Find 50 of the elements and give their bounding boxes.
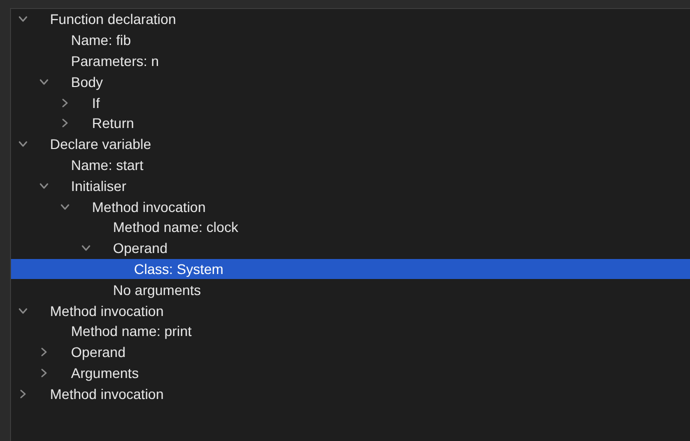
tree-row[interactable]: Name: start	[11, 154, 690, 176]
chevron-down-icon[interactable]	[18, 306, 28, 316]
tree-label: Body	[71, 74, 103, 90]
tree-label: Declare variable	[50, 136, 152, 152]
tree-row[interactable]: If	[11, 92, 690, 113]
chevron-right-icon[interactable]	[39, 368, 49, 378]
chevron-down-icon[interactable]	[60, 202, 70, 212]
tree-row[interactable]: Class: System	[11, 258, 690, 280]
tree-row[interactable]: Return	[11, 112, 690, 134]
tree-row[interactable]: No arguments	[11, 279, 690, 300]
tree-label: Arguments	[71, 364, 139, 381]
tree-row[interactable]: Method name: print	[11, 320, 690, 342]
chevron-right-icon[interactable]	[39, 347, 49, 358]
chevron-down-icon[interactable]	[81, 243, 91, 254]
tree-label: Operand	[71, 344, 126, 360]
tree-label: Name: fib	[71, 32, 131, 48]
tree-row[interactable]: Method invocation	[11, 196, 690, 217]
tree-row[interactable]: Function declaration	[11, 9, 690, 30]
tree-label: Return	[92, 115, 134, 132]
tree-row[interactable]: Method invocation	[11, 383, 690, 404]
tree-label: Operand	[113, 240, 168, 256]
chevron-down-icon[interactable]	[39, 180, 49, 191]
tree-label: No arguments	[113, 282, 201, 298]
tree-row[interactable]: Parameters: n	[11, 50, 690, 72]
tree-label: Parameters: n	[71, 52, 159, 69]
chevron-down-icon[interactable]	[39, 76, 49, 87]
tree-label: Method name: print	[71, 323, 192, 340]
tree-label: Class: System	[134, 260, 224, 277]
chevron-down-icon[interactable]	[18, 139, 28, 150]
tree-row[interactable]: Name: fib	[11, 30, 690, 51]
tree-row[interactable]: Method name: clock	[11, 216, 690, 238]
tree-label: Method invocation	[50, 386, 164, 402]
tree-label: Name: start	[71, 156, 144, 173]
tree-row[interactable]: Arguments	[11, 362, 690, 384]
tree-label: Method name: clock	[113, 219, 238, 236]
tree-label: Method invocation	[50, 302, 164, 319]
tree-label: Method invocation	[92, 198, 206, 215]
chevron-down-icon[interactable]	[18, 14, 28, 24]
tree-label: Function declaration	[50, 11, 176, 28]
tree-label: If	[92, 94, 100, 111]
chevron-right-icon[interactable]	[60, 98, 70, 108]
tree-row[interactable]: Body	[11, 71, 690, 92]
tree-row[interactable]: Initialiser	[11, 175, 690, 196]
tree-row[interactable]: Operand	[11, 342, 690, 363]
tree-row[interactable]: Operand	[11, 238, 690, 259]
tree-row[interactable]: Declare variable	[11, 134, 690, 155]
tree-label: Initialiser	[71, 178, 126, 194]
chevron-right-icon[interactable]	[18, 388, 28, 399]
tree-row[interactable]: Method invocation	[11, 300, 690, 321]
chevron-right-icon[interactable]	[60, 118, 70, 128]
